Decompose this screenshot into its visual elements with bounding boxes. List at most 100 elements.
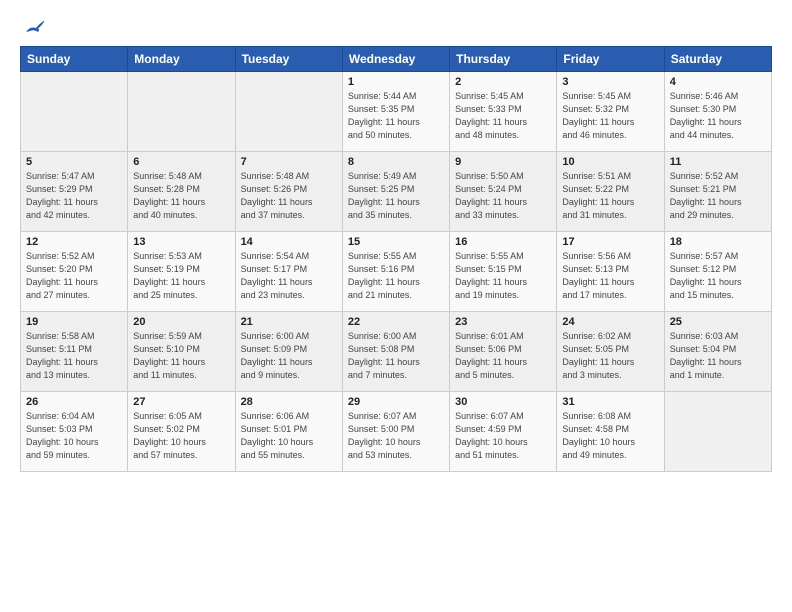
day-info: Sunrise: 5:45 AMSunset: 5:33 PMDaylight:…	[455, 90, 551, 142]
calendar-cell: 18 Sunrise: 5:57 AMSunset: 5:12 PMDayligh…	[664, 232, 771, 312]
calendar-cell	[21, 72, 128, 152]
calendar-cell: 14 Sunrise: 5:54 AMSunset: 5:17 PMDayligh…	[235, 232, 342, 312]
calendar-cell: 22 Sunrise: 6:00 AMSunset: 5:08 PMDayligh…	[342, 312, 449, 392]
day-number: 1	[348, 76, 444, 88]
day-number: 5	[26, 156, 122, 168]
calendar-week-2: 5 Sunrise: 5:47 AMSunset: 5:29 PMDaylight…	[21, 152, 772, 232]
calendar-week-5: 26 Sunrise: 6:04 AMSunset: 5:03 PMDayligh…	[21, 392, 772, 472]
calendar-week-3: 12Sunrise: 5:52 AMSunset: 5:20 PMDayligh…	[21, 232, 772, 312]
day-number: 7	[241, 156, 337, 168]
calendar-week-4: 19 Sunrise: 5:58 AMSunset: 5:11 PMDayligh…	[21, 312, 772, 392]
day-info: Sunrise: 5:55 AMSunset: 5:16 PMDaylight:…	[348, 250, 444, 302]
weekday-header-monday: Monday	[128, 47, 235, 72]
day-number: 21	[241, 316, 337, 328]
calendar-week-1: 1Sunrise: 5:44 AMSunset: 5:35 PMDaylight…	[21, 72, 772, 152]
day-info: Sunrise: 5:52 AMSunset: 5:21 PMDaylight:…	[670, 170, 766, 222]
weekday-header-row: SundayMondayTuesdayWednesdayThursdayFrid…	[21, 47, 772, 72]
calendar-cell: 13 Sunrise: 5:53 AMSunset: 5:19 PMDayligh…	[128, 232, 235, 312]
calendar-cell	[664, 392, 771, 472]
day-number: 4	[670, 76, 766, 88]
calendar-page: SundayMondayTuesdayWednesdayThursdayFrid…	[0, 0, 792, 612]
day-info: Sunrise: 5:57 AMSunset: 5:12 PMDaylight:…	[670, 250, 766, 302]
day-number: 16	[455, 236, 551, 248]
calendar-cell: 1Sunrise: 5:44 AMSunset: 5:35 PMDaylight…	[342, 72, 449, 152]
day-number: 22	[348, 316, 444, 328]
calendar-cell: 26 Sunrise: 6:04 AMSunset: 5:03 PMDayligh…	[21, 392, 128, 472]
calendar-cell: 9 Sunrise: 5:50 AMSunset: 5:24 PMDaylight…	[450, 152, 557, 232]
calendar-cell: 3Sunrise: 5:45 AMSunset: 5:32 PMDaylight…	[557, 72, 664, 152]
day-number: 20	[133, 316, 229, 328]
weekday-header-friday: Friday	[557, 47, 664, 72]
day-info: Sunrise: 6:05 AMSunset: 5:02 PMDaylight:…	[133, 410, 229, 462]
day-info: Sunrise: 6:02 AMSunset: 5:05 PMDaylight:…	[562, 330, 658, 382]
day-number: 18	[670, 236, 766, 248]
day-info: Sunrise: 6:03 AMSunset: 5:04 PMDaylight:…	[670, 330, 766, 382]
calendar-cell: 11 Sunrise: 5:52 AMSunset: 5:21 PMDayligh…	[664, 152, 771, 232]
day-number: 17	[562, 236, 658, 248]
day-info: Sunrise: 5:55 AMSunset: 5:15 PMDaylight:…	[455, 250, 551, 302]
day-number: 24	[562, 316, 658, 328]
day-info: Sunrise: 6:04 AMSunset: 5:03 PMDaylight:…	[26, 410, 122, 462]
day-info: Sunrise: 5:47 AMSunset: 5:29 PMDaylight:…	[26, 170, 122, 222]
day-info: Sunrise: 5:51 AMSunset: 5:22 PMDaylight:…	[562, 170, 658, 222]
calendar-cell: 27 Sunrise: 6:05 AMSunset: 5:02 PMDayligh…	[128, 392, 235, 472]
day-number: 10	[562, 156, 658, 168]
day-number: 26	[26, 396, 122, 408]
day-number: 14	[241, 236, 337, 248]
day-number: 19	[26, 316, 122, 328]
logo	[20, 18, 48, 36]
day-info: Sunrise: 5:46 AMSunset: 5:30 PMDaylight:…	[670, 90, 766, 142]
calendar-cell: 29 Sunrise: 6:07 AMSunset: 5:00 PMDayligh…	[342, 392, 449, 472]
day-number: 11	[670, 156, 766, 168]
calendar-cell: 23Sunrise: 6:01 AMSunset: 5:06 PMDayligh…	[450, 312, 557, 392]
day-number: 8	[348, 156, 444, 168]
calendar-cell: 24 Sunrise: 6:02 AMSunset: 5:05 PMDayligh…	[557, 312, 664, 392]
calendar-cell: 8Sunrise: 5:49 AMSunset: 5:25 PMDaylight…	[342, 152, 449, 232]
day-info: Sunrise: 5:52 AMSunset: 5:20 PMDaylight:…	[26, 250, 122, 302]
day-info: Sunrise: 6:07 AMSunset: 5:00 PMDaylight:…	[348, 410, 444, 462]
calendar-cell: 12Sunrise: 5:52 AMSunset: 5:20 PMDayligh…	[21, 232, 128, 312]
page-header	[20, 18, 772, 36]
day-info: Sunrise: 5:58 AMSunset: 5:11 PMDaylight:…	[26, 330, 122, 382]
day-info: Sunrise: 5:59 AMSunset: 5:10 PMDaylight:…	[133, 330, 229, 382]
day-info: Sunrise: 5:48 AMSunset: 5:28 PMDaylight:…	[133, 170, 229, 222]
day-info: Sunrise: 6:01 AMSunset: 5:06 PMDaylight:…	[455, 330, 551, 382]
day-number: 13	[133, 236, 229, 248]
day-number: 25	[670, 316, 766, 328]
calendar-cell: 15Sunrise: 5:55 AMSunset: 5:16 PMDayligh…	[342, 232, 449, 312]
day-number: 31	[562, 396, 658, 408]
weekday-header-wednesday: Wednesday	[342, 47, 449, 72]
calendar-cell: 17 Sunrise: 5:56 AMSunset: 5:13 PMDayligh…	[557, 232, 664, 312]
day-number: 27	[133, 396, 229, 408]
calendar-cell: 6Sunrise: 5:48 AMSunset: 5:28 PMDaylight…	[128, 152, 235, 232]
calendar-cell: 7Sunrise: 5:48 AMSunset: 5:26 PMDaylight…	[235, 152, 342, 232]
weekday-header-tuesday: Tuesday	[235, 47, 342, 72]
calendar-cell: 25 Sunrise: 6:03 AMSunset: 5:04 PMDayligh…	[664, 312, 771, 392]
calendar-cell: 19 Sunrise: 5:58 AMSunset: 5:11 PMDayligh…	[21, 312, 128, 392]
day-info: Sunrise: 5:45 AMSunset: 5:32 PMDaylight:…	[562, 90, 658, 142]
day-info: Sunrise: 6:06 AMSunset: 5:01 PMDaylight:…	[241, 410, 337, 462]
day-info: Sunrise: 6:08 AMSunset: 4:58 PMDaylight:…	[562, 410, 658, 462]
day-info: Sunrise: 6:00 AMSunset: 5:08 PMDaylight:…	[348, 330, 444, 382]
calendar-cell: 16 Sunrise: 5:55 AMSunset: 5:15 PMDayligh…	[450, 232, 557, 312]
day-info: Sunrise: 6:07 AMSunset: 4:59 PMDaylight:…	[455, 410, 551, 462]
logo-bird-icon	[24, 18, 46, 36]
weekday-header-saturday: Saturday	[664, 47, 771, 72]
day-number: 30	[455, 396, 551, 408]
day-info: Sunrise: 5:53 AMSunset: 5:19 PMDaylight:…	[133, 250, 229, 302]
calendar-cell: 21Sunrise: 6:00 AMSunset: 5:09 PMDayligh…	[235, 312, 342, 392]
day-number: 9	[455, 156, 551, 168]
calendar-cell: 4 Sunrise: 5:46 AMSunset: 5:30 PMDaylight…	[664, 72, 771, 152]
day-info: Sunrise: 5:54 AMSunset: 5:17 PMDaylight:…	[241, 250, 337, 302]
day-number: 29	[348, 396, 444, 408]
calendar-cell: 30 Sunrise: 6:07 AMSunset: 4:59 PMDayligh…	[450, 392, 557, 472]
day-number: 28	[241, 396, 337, 408]
calendar-cell: 10 Sunrise: 5:51 AMSunset: 5:22 PMDayligh…	[557, 152, 664, 232]
calendar-cell	[128, 72, 235, 152]
weekday-header-sunday: Sunday	[21, 47, 128, 72]
weekday-header-thursday: Thursday	[450, 47, 557, 72]
calendar-cell: 5 Sunrise: 5:47 AMSunset: 5:29 PMDaylight…	[21, 152, 128, 232]
day-info: Sunrise: 5:56 AMSunset: 5:13 PMDaylight:…	[562, 250, 658, 302]
day-info: Sunrise: 5:50 AMSunset: 5:24 PMDaylight:…	[455, 170, 551, 222]
calendar-table: SundayMondayTuesdayWednesdayThursdayFrid…	[20, 46, 772, 472]
